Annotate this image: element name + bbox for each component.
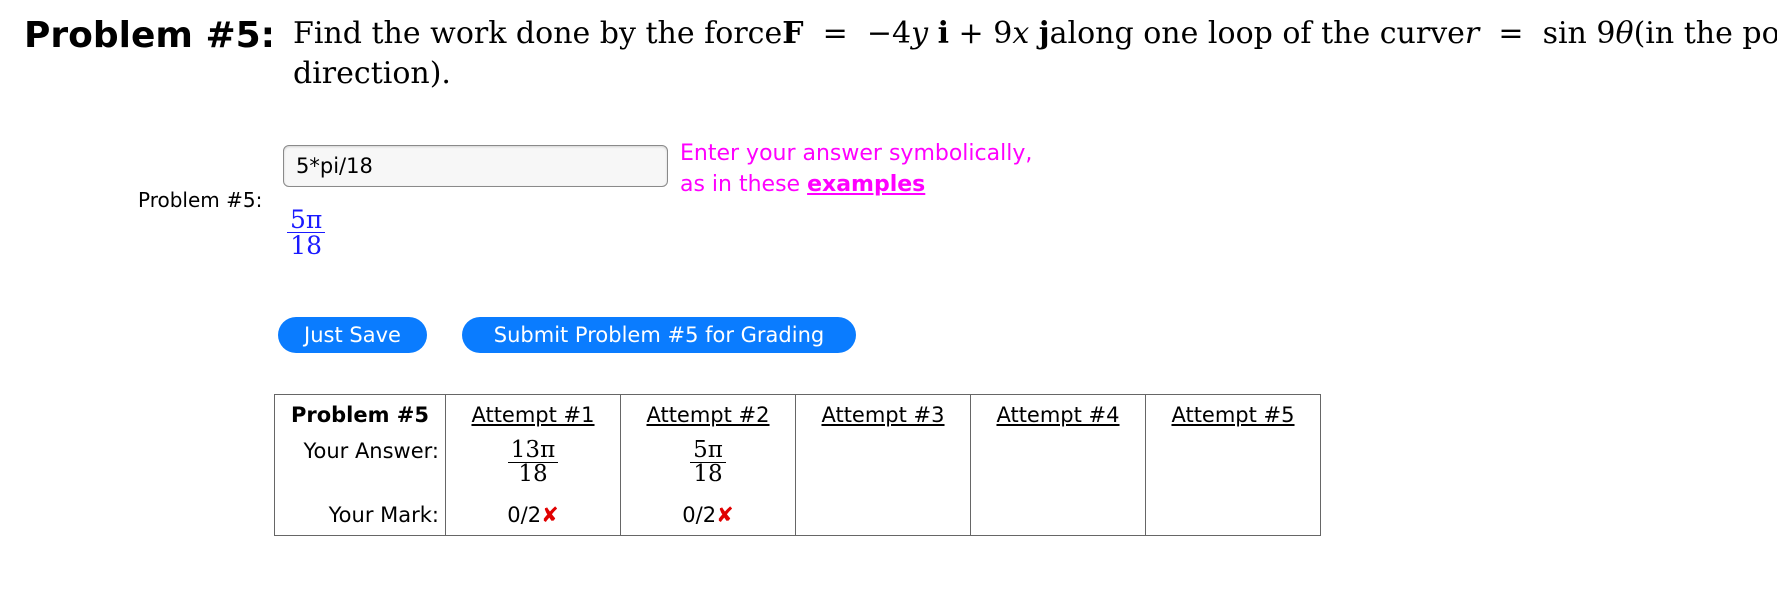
wrong-mark-icon: ✘ — [716, 503, 734, 527]
your-mark-row: Your Mark: 0/2✘ 0/2✘ — [274, 495, 1321, 536]
statement-middle: along one loop of the curve — [1049, 16, 1465, 51]
problem-heading: Problem #5: — [24, 15, 276, 56]
attempts-header-row: Problem #5 Attempt #1 Attempt #2 Attempt… — [274, 394, 1321, 435]
attempt-4-mark — [970, 495, 1146, 536]
answer-input[interactable] — [283, 145, 668, 187]
hint-line-2: as in these examples — [680, 172, 926, 197]
attempt-3-mark — [795, 495, 971, 536]
wrong-mark-icon: ✘ — [541, 503, 559, 527]
examples-link[interactable]: examples — [807, 172, 925, 197]
answer-preview-fraction: 5π 18 — [287, 207, 326, 258]
force-equation: F = −4y i + 9x j — [782, 16, 1050, 51]
just-save-button[interactable]: Just Save — [278, 317, 427, 353]
statement-end: (in the positive — [1633, 16, 1777, 51]
attempt-1-answer-fraction: 13π 18 — [507, 439, 559, 486]
submit-for-grading-button[interactable]: Submit Problem #5 for Grading — [462, 317, 856, 353]
problem-statement-line-1: Find the work done by the force F = −4y … — [293, 14, 1777, 54]
attempt-5-header[interactable]: Attempt #5 — [1145, 394, 1321, 435]
attempt-1-mark: 0/2✘ — [445, 495, 621, 536]
attempt-2-answer: 5π 18 — [620, 435, 796, 495]
attempt-5-mark — [1145, 495, 1321, 536]
answer-preview: 5π 18 — [287, 207, 326, 260]
curve-equation: r = sin 9θ — [1464, 16, 1634, 51]
attempt-1-header[interactable]: Attempt #1 — [445, 394, 621, 435]
your-mark-label: Your Mark: — [274, 495, 446, 536]
your-answer-label: Your Answer: — [274, 435, 446, 495]
attempt-3-header[interactable]: Attempt #3 — [795, 394, 971, 435]
answer-hint: Enter your answer symbolically, as in th… — [680, 138, 1032, 200]
attempt-3-answer — [795, 435, 971, 495]
problem-statement-line-2: direction). — [293, 56, 451, 91]
statement-intro: Find the work done by the force — [293, 16, 783, 51]
attempt-2-answer-fraction: 5π 18 — [690, 439, 726, 486]
problem-statement: Find the work done by the force F = −4y … — [293, 14, 1777, 94]
hint-line-1: Enter your answer symbolically, — [680, 141, 1033, 166]
attempt-4-header[interactable]: Attempt #4 — [970, 394, 1146, 435]
attempt-4-answer — [970, 435, 1146, 495]
attempt-5-answer — [1145, 435, 1321, 495]
attempt-2-header[interactable]: Attempt #2 — [620, 394, 796, 435]
your-answer-row: Your Answer: 13π 18 5π 18 — [274, 435, 1321, 495]
attempts-corner-label: Problem #5 — [274, 394, 446, 435]
problem-side-label: Problem #5: — [138, 188, 263, 212]
attempt-2-mark: 0/2✘ — [620, 495, 796, 536]
attempts-table: Problem #5 Attempt #1 Attempt #2 Attempt… — [274, 394, 1321, 536]
attempt-1-answer: 13π 18 — [445, 435, 621, 495]
